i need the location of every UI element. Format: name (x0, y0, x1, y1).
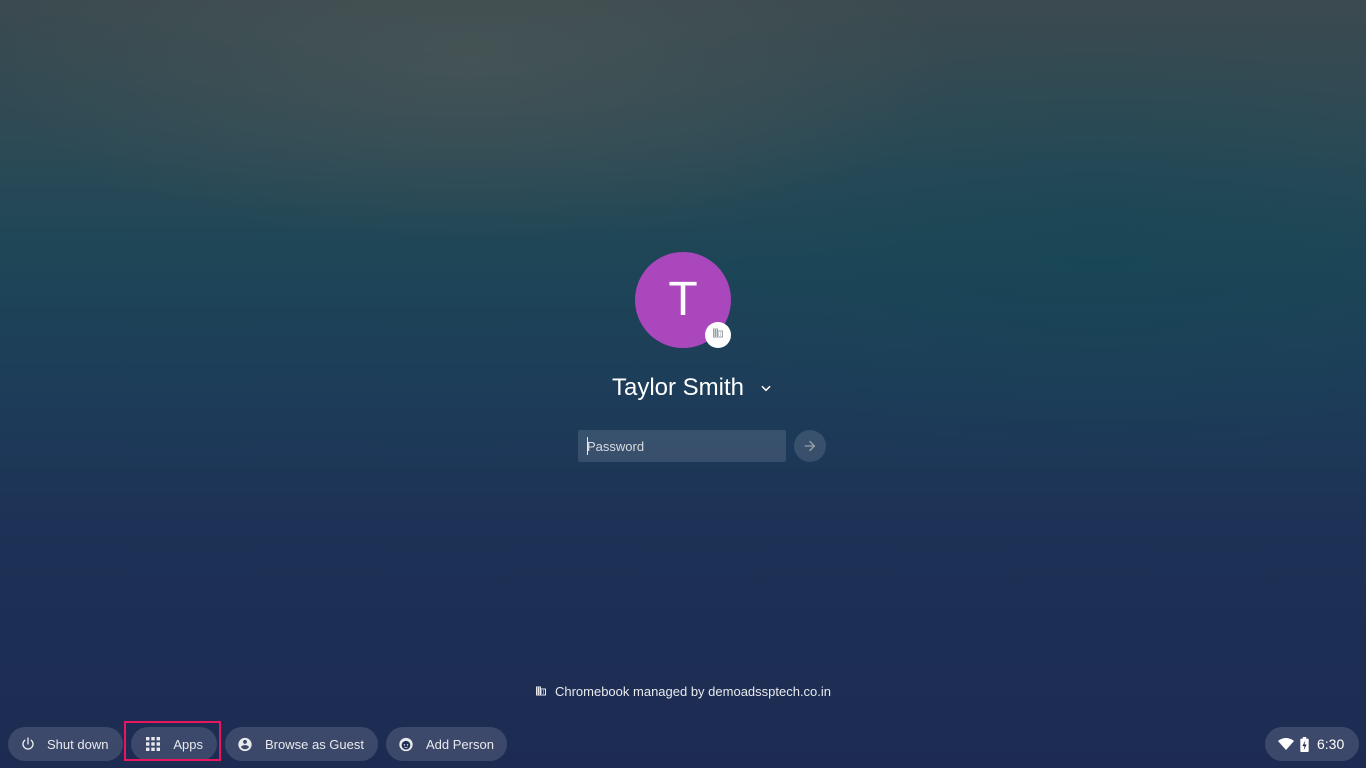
add-person-label: Add Person (426, 736, 494, 752)
password-input[interactable] (578, 430, 786, 462)
business-icon (712, 326, 724, 344)
browse-as-guest-label: Browse as Guest (265, 736, 364, 752)
add-person-button[interactable]: Add Person (386, 727, 507, 761)
power-icon (20, 736, 36, 752)
managed-notice: Chromebook managed by demoadssptech.co.i… (0, 682, 1366, 700)
clock-time: 6:30 (1317, 736, 1345, 752)
apps-label: Apps (173, 736, 203, 752)
wifi-icon (1278, 737, 1294, 751)
account-circle-icon (237, 736, 253, 752)
business-icon (535, 685, 547, 697)
text-caret (587, 437, 588, 455)
shutdown-label: Shut down (47, 736, 109, 752)
managed-badge (705, 322, 731, 348)
add-person-icon (398, 736, 414, 752)
submit-button[interactable] (794, 430, 826, 462)
apps-grid-icon (145, 736, 160, 752)
shutdown-button[interactable]: Shut down (8, 727, 123, 761)
avatar-initial: T (668, 273, 698, 326)
arrow-right-icon (802, 438, 818, 454)
chevron-down-icon[interactable] (758, 380, 774, 396)
browse-as-guest-button[interactable]: Browse as Guest (225, 727, 378, 761)
apps-button[interactable]: Apps (131, 727, 217, 761)
battery-charging-icon (1300, 736, 1309, 752)
managed-notice-text: Chromebook managed by demoadssptech.co.i… (554, 683, 832, 699)
user-name: Taylor Smith (611, 374, 745, 401)
user-name-row: Taylor Smith (0, 370, 1366, 406)
status-tray[interactable]: 6:30 (1265, 727, 1359, 761)
